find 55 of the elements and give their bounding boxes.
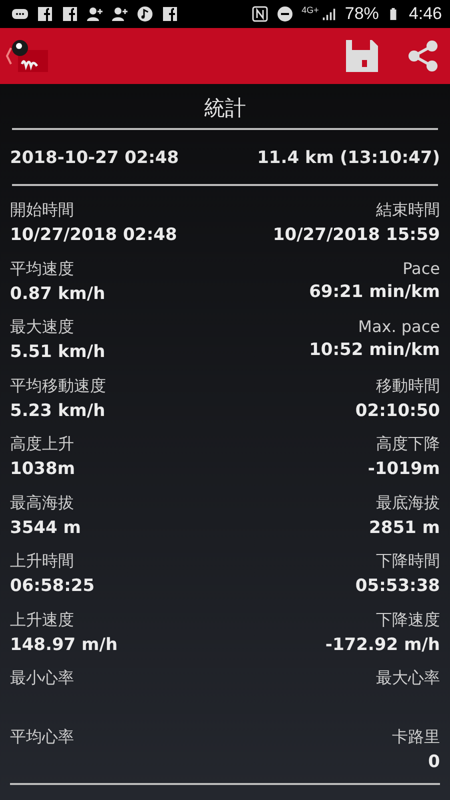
do-not-disturb-icon (276, 6, 293, 22)
stat-value: 0.87 km/h (10, 284, 106, 304)
battery-percentage: 78% (344, 4, 379, 24)
stat-value: -172.92 m/h (325, 634, 440, 654)
stat-value: 0 (428, 752, 440, 772)
stat-label: 平均移動速度 (10, 376, 106, 396)
clock: 4:46 (408, 4, 442, 24)
stat-label: 平均心率 (10, 726, 74, 748)
signal-icon (322, 6, 336, 22)
stat-label: 高度下降 (376, 434, 440, 455)
stat-value: 69:21 min/km (309, 282, 440, 302)
stat-label: 下降時間 (376, 551, 440, 572)
track-distance: 11.4 km (13:10:47) (257, 148, 440, 168)
chat-icon (12, 6, 28, 22)
stat-value: 3544 m (10, 518, 81, 538)
nfc-icon (252, 6, 268, 22)
stat-label: Max. pace (358, 317, 440, 336)
facebook-icon (162, 6, 178, 22)
person-add-icon (87, 6, 103, 22)
stat-value: -1019m (368, 459, 440, 479)
stat-label: 卡路里 (392, 726, 440, 748)
facebook-icon (37, 6, 53, 22)
stat-value: 148.97 m/h (10, 634, 118, 654)
stat-label: 最大速度 (10, 317, 74, 338)
stat-label: 高度上升 (10, 434, 74, 455)
stat-label: 開始時間 (10, 200, 74, 221)
screen-title: 統計 (203, 95, 247, 122)
stat-value: 1038m (10, 459, 76, 479)
stat-label: 移動時間 (376, 376, 440, 396)
stat-label: 最底海拔 (376, 492, 440, 514)
stat-value: 02:10:50 (355, 400, 440, 420)
network-type: 4G+ (302, 5, 319, 15)
track-date: 2018-10-27 02:48 (10, 148, 179, 168)
stat-label: 上升時間 (10, 551, 74, 572)
stat-value: 06:58:25 (10, 576, 95, 596)
music-icon (137, 6, 153, 22)
stat-label: 下降速度 (376, 610, 440, 630)
stat-label: 結束時間 (376, 200, 440, 221)
save-button[interactable] (346, 40, 378, 72)
stat-value: 10/27/2018 15:59 (272, 225, 440, 245)
person-add-icon (112, 6, 128, 22)
stat-value: 5.23 km/h (10, 400, 106, 420)
stat-value: 10:52 min/km (309, 340, 440, 360)
stat-label: 平均速度 (10, 258, 74, 280)
stat-label: 最大心率 (376, 668, 440, 689)
share-button[interactable] (406, 39, 440, 73)
stat-value: 05:53:38 (355, 576, 440, 596)
stat-label: 最高海拔 (10, 492, 74, 514)
facebook-icon (62, 6, 78, 22)
stat-label: Pace (402, 258, 440, 278)
stat-value: 2851 m (369, 518, 440, 538)
stat-value: 10/27/2018 02:48 (10, 225, 178, 245)
stat-value: 5.51 km/h (10, 342, 106, 362)
stat-label: 上升速度 (10, 610, 74, 630)
stat-label: 最小心率 (10, 668, 74, 689)
